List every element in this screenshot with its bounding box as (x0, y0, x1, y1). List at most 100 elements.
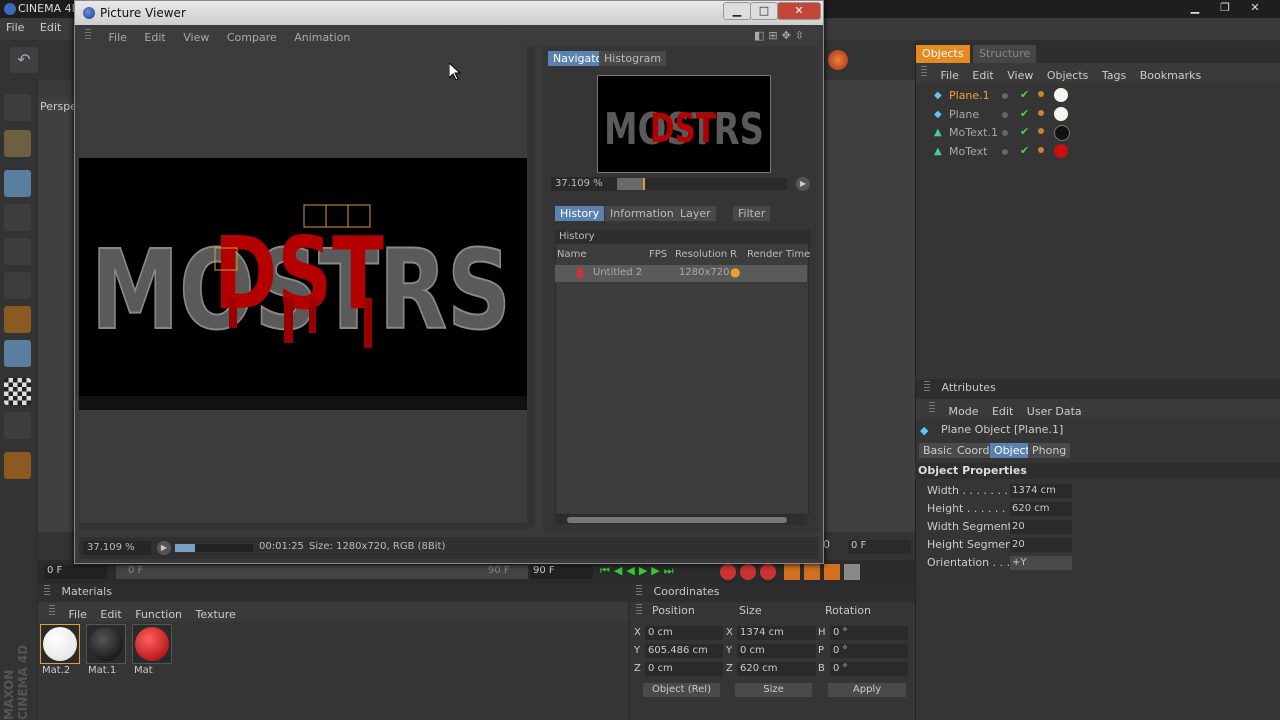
objects-menu-bookmarks[interactable]: Bookmarks (1140, 69, 1201, 82)
material-tag-icon[interactable] (1054, 144, 1068, 158)
panel-grip-icon[interactable] (85, 29, 91, 39)
pv-titlebar[interactable]: Picture Viewer ▁ □ ✕ (75, 1, 823, 25)
object-name[interactable]: MoText.1 (949, 126, 998, 139)
width-field[interactable]: 1374 cm (1010, 484, 1072, 498)
orientation-dropdown[interactable]: +Y (1010, 556, 1072, 570)
rot-h-field[interactable]: 0 ° (830, 626, 908, 640)
rotate-icon[interactable] (4, 238, 31, 265)
close-icon[interactable]: ✕ (1240, 0, 1270, 16)
maximize-icon[interactable]: □ (750, 2, 778, 20)
tab-layer[interactable]: Layer (675, 206, 716, 221)
pv-horizontal-scrollbar[interactable] (79, 523, 529, 529)
close-icon[interactable]: ✕ (777, 2, 821, 20)
material-tag-icon[interactable] (1054, 107, 1068, 121)
attr-menu-userdata[interactable]: User Data (1027, 405, 1082, 418)
objects-menu-file[interactable]: File (941, 69, 959, 82)
move-icon[interactable] (4, 170, 31, 197)
tag-icon[interactable] (1038, 91, 1044, 97)
tag-icon[interactable] (1038, 110, 1044, 116)
position-key-icon[interactable] (784, 564, 800, 580)
material-thumb-mat2[interactable] (40, 624, 80, 664)
tag-icon[interactable] (1038, 128, 1044, 134)
navigator-zoom-slider[interactable] (617, 178, 787, 190)
material-thumb-mat[interactable] (132, 624, 172, 664)
object-layout-icon[interactable] (4, 340, 31, 367)
live-selection-icon[interactable] (4, 130, 31, 157)
panel-grip-icon[interactable] (636, 604, 642, 617)
minimize-icon[interactable]: ▁ (723, 2, 751, 20)
mat-menu-file[interactable]: File (69, 608, 87, 621)
history-col-resolution[interactable]: Resolution (675, 249, 727, 260)
mat-menu-edit[interactable]: Edit (100, 608, 121, 621)
height-segments-field[interactable]: 20 (1010, 538, 1072, 552)
tab-filter[interactable]: Filter (733, 206, 771, 221)
restore-icon[interactable]: ❐ (1210, 0, 1240, 16)
current-frame-field[interactable]: 0 F (848, 540, 911, 554)
object-name[interactable]: Plane (949, 108, 979, 121)
attr-menu-mode[interactable]: Mode (949, 405, 979, 418)
objects-menu-edit[interactable]: Edit (972, 69, 993, 82)
enabled-check-icon[interactable]: ✔ (1020, 88, 1029, 101)
frame-range-slider[interactable]: 0 F (116, 565, 528, 579)
tab-objects[interactable]: Objects (916, 45, 970, 63)
scale-key-icon[interactable] (804, 564, 820, 580)
object-name[interactable]: MoText (949, 145, 987, 158)
panel-grip-icon[interactable] (924, 381, 930, 391)
object-name[interactable]: Plane.1 (949, 89, 990, 102)
enabled-check-icon[interactable]: ✔ (1020, 144, 1029, 157)
history-hscrollbar[interactable] (555, 515, 807, 525)
panel-grip-icon[interactable] (44, 585, 50, 595)
pos-z-field[interactable]: 0 cm (645, 662, 723, 676)
keyframe-selection-icon[interactable] (760, 564, 776, 580)
status-play-icon[interactable]: ▶ (157, 541, 171, 555)
history-row[interactable]: Untitled 2 1280x720 ● (555, 265, 807, 282)
tab-information[interactable]: Information (605, 206, 679, 221)
history-col-r[interactable]: R (730, 249, 737, 260)
history-col-name[interactable]: Name (557, 249, 587, 260)
scroll-thumb[interactable] (567, 517, 787, 523)
minimize-icon[interactable]: ▁ (1180, 0, 1210, 16)
autokey-icon[interactable] (740, 564, 756, 580)
apply-button[interactable]: Apply (828, 683, 906, 697)
navigator-thumbnail[interactable]: MOSTRS DST (597, 75, 771, 173)
objects-menu-objects[interactable]: Objects (1047, 69, 1089, 82)
checker-icon[interactable] (4, 378, 31, 405)
history-col-render-time[interactable]: Render Time (747, 249, 810, 260)
menu-edit[interactable]: Edit (40, 21, 61, 34)
material-name[interactable]: Mat.2 (42, 665, 70, 676)
material-thumb-mat1[interactable] (86, 624, 126, 664)
tab-structure[interactable]: Structure (973, 45, 1037, 63)
pv-vertical-scrollbar[interactable] (527, 47, 535, 527)
size-y-field[interactable]: 0 cm (737, 644, 816, 658)
rendered-image[interactable]: MOSTRS DST (79, 158, 527, 410)
scale-icon[interactable] (4, 204, 31, 231)
object-row-motext-1[interactable]: ▲ MoText.1 ✔ (920, 124, 1280, 142)
pv-menu-file[interactable]: File (109, 31, 127, 44)
navigator-zoom-field[interactable]: 37.109 % (551, 177, 619, 191)
pv-menu-compare[interactable]: Compare (227, 31, 277, 44)
objects-menu-tags[interactable]: Tags (1102, 69, 1126, 82)
rot-b-field[interactable]: 0 ° (830, 662, 908, 676)
panel-grip-icon[interactable] (636, 585, 642, 595)
panel-grip-icon[interactable] (929, 402, 935, 412)
objects-menu-view[interactable]: View (1007, 69, 1033, 82)
render-settings-icon[interactable] (828, 50, 848, 70)
pos-y-field[interactable]: 605.486 cm (645, 644, 723, 658)
record-icon[interactable] (720, 564, 736, 580)
size-x-field[interactable]: 1374 cm (737, 626, 816, 640)
enabled-check-icon[interactable]: ✔ (1020, 107, 1029, 120)
attr-menu-edit[interactable]: Edit (992, 405, 1013, 418)
attr-tab-basic[interactable]: Basic (919, 443, 957, 458)
visibility-dot-icon[interactable] (1002, 130, 1008, 136)
width-segments-field[interactable]: 20 (1010, 520, 1072, 534)
parameter-key-icon[interactable] (844, 564, 860, 580)
material-tag-icon[interactable] (1054, 125, 1070, 141)
visibility-dot-icon[interactable] (1002, 112, 1008, 118)
pv-menu-view[interactable]: View (183, 31, 209, 44)
material-name[interactable]: Mat (134, 665, 153, 676)
quad-layout-icon[interactable] (4, 306, 31, 333)
attr-tab-phong[interactable]: Phong (1028, 443, 1071, 458)
layout-toggle-icons[interactable]: ◧⊞✥⇳ (754, 29, 808, 42)
pos-x-field[interactable]: 0 cm (645, 626, 723, 640)
height-field[interactable]: 620 cm (1010, 502, 1072, 516)
